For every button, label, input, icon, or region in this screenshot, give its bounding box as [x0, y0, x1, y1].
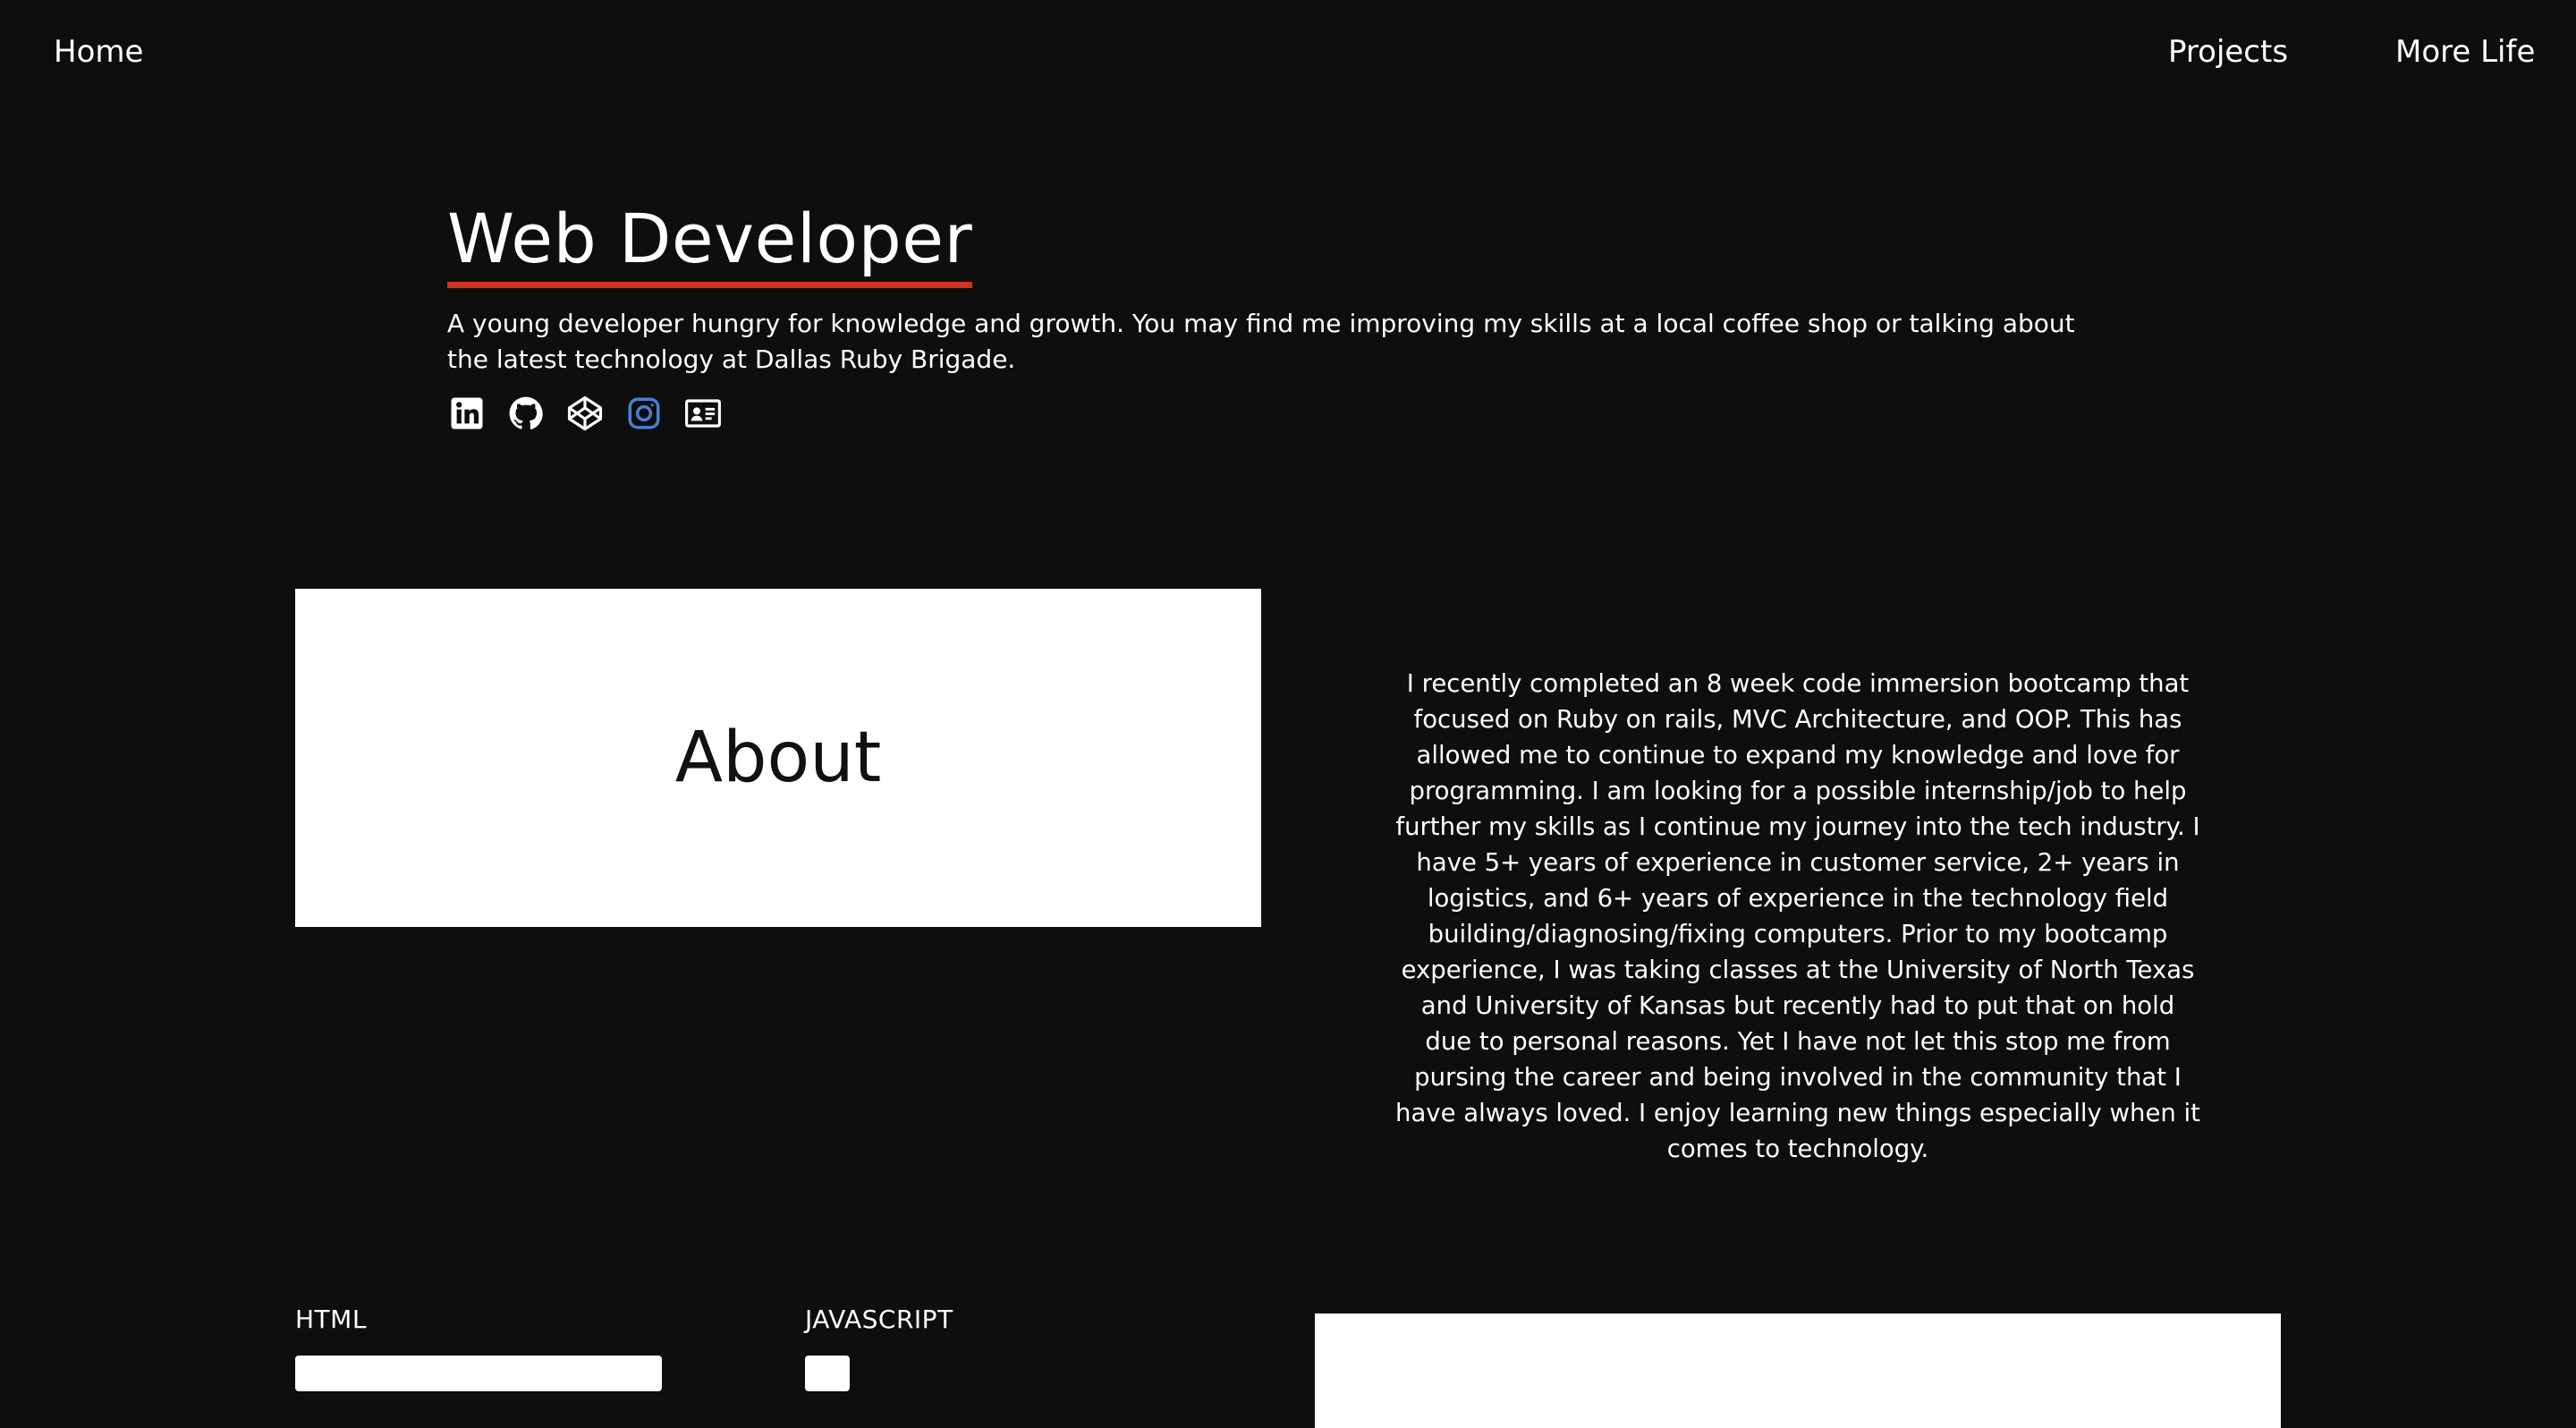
top-nav: Home Projects More Life	[0, 0, 2576, 107]
contact-card-icon[interactable]	[683, 394, 723, 433]
skill-bar	[295, 1356, 662, 1391]
about-card: About	[295, 589, 1261, 927]
bottom-card	[1315, 1313, 2281, 1428]
social-links	[447, 394, 2102, 433]
about-heading: About	[674, 718, 882, 798]
skill-javascript: JAVASCRIPT	[805, 1305, 953, 1391]
github-icon[interactable]	[506, 394, 546, 433]
hero-description: A young developer hungry for knowledge a…	[447, 308, 2075, 374]
instagram-icon[interactable]	[624, 394, 664, 433]
skill-bar	[805, 1356, 850, 1391]
hero-section: Web Developer A young developer hungry f…	[447, 201, 2102, 433]
nav-home-link[interactable]: Home	[54, 34, 143, 70]
about-body: I recently completed an 8 week code imme…	[1395, 668, 2200, 1163]
nav-more-life-link[interactable]: More Life	[2395, 34, 2535, 70]
linkedin-icon[interactable]	[447, 394, 487, 433]
skill-label: JAVASCRIPT	[805, 1305, 953, 1334]
skill-label: HTML	[295, 1305, 367, 1334]
hero-title: Web Developer	[447, 201, 973, 288]
codepen-icon[interactable]	[565, 394, 605, 433]
nav-projects-link[interactable]: Projects	[2168, 34, 2288, 70]
skill-html: HTML	[295, 1305, 662, 1391]
